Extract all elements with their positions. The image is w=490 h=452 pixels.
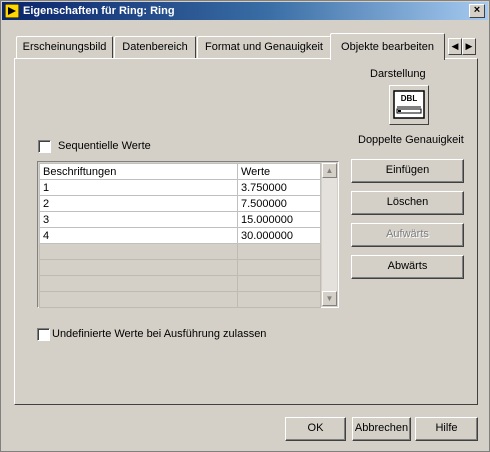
empty-cell[interactable] <box>39 291 238 308</box>
table-row[interactable]: 1 3.750000 <box>39 179 321 196</box>
delete-button[interactable]: Löschen <box>351 191 464 215</box>
empty-table-row[interactable] <box>39 275 321 292</box>
empty-cell[interactable] <box>39 243 238 260</box>
arrow-up-icon: ▲ <box>325 166 334 175</box>
label-cell[interactable]: 2 <box>39 195 238 212</box>
dbl-representation-icon: DBL <box>393 90 425 119</box>
column-header-labels: Beschriftungen <box>39 163 238 180</box>
table-row[interactable]: 3 15.000000 <box>39 211 321 228</box>
dbl-icon-text: DBL <box>401 94 418 103</box>
label-cell[interactable]: 4 <box>39 227 238 244</box>
representation-heading: Darstellung <box>370 68 426 80</box>
sequential-values-label: Sequentielle Werte <box>58 140 151 152</box>
empty-cell[interactable] <box>237 275 321 292</box>
value-cell[interactable]: 15.000000 <box>237 211 321 228</box>
label-cell[interactable]: 1 <box>39 179 238 196</box>
ok-button[interactable]: OK <box>285 417 346 441</box>
insert-button[interactable]: Einfügen <box>351 159 464 183</box>
empty-cell[interactable] <box>39 275 238 292</box>
move-down-button[interactable]: Abwärts <box>351 255 464 279</box>
empty-cell[interactable] <box>237 291 321 308</box>
move-up-button[interactable]: Aufwärts <box>351 223 464 247</box>
column-header-values: Werte <box>237 163 321 180</box>
empty-cell[interactable] <box>237 259 321 276</box>
table-header-row: Beschriftungen Werte <box>39 163 321 180</box>
empty-table-row[interactable] <box>39 291 321 308</box>
value-cell[interactable]: 3.750000 <box>237 179 321 196</box>
empty-table-row[interactable] <box>39 243 321 260</box>
scroll-up-button[interactable]: ▲ <box>322 163 337 178</box>
label-cell[interactable]: 3 <box>39 211 238 228</box>
table-vertical-scrollbar[interactable]: ▲ ▼ <box>322 163 337 306</box>
undefined-values-checkbox[interactable] <box>37 328 50 341</box>
panel-content: Darstellung DBL Doppelte Genauigkeit Seq… <box>1 1 490 452</box>
table-row[interactable]: 4 30.000000 <box>39 227 321 244</box>
scroll-down-button[interactable]: ▼ <box>322 291 337 306</box>
value-cell[interactable]: 30.000000 <box>237 227 321 244</box>
empty-cell[interactable] <box>237 243 321 260</box>
items-grid: Beschriftungen Werte 1 3.750000 2 7.5000… <box>39 163 321 308</box>
table-row[interactable]: 2 7.500000 <box>39 195 321 212</box>
properties-dialog: Eigenschaften für Ring: Ring × Erscheinu… <box>0 0 490 452</box>
items-table: Beschriftungen Werte 1 3.750000 2 7.5000… <box>37 161 339 308</box>
value-cell[interactable]: 7.500000 <box>237 195 321 212</box>
empty-table-row[interactable] <box>39 259 321 276</box>
help-button[interactable]: Hilfe <box>415 417 478 441</box>
undefined-values-label: Undefinierte Werte bei Ausführung zulass… <box>52 328 267 340</box>
empty-cell[interactable] <box>39 259 238 276</box>
cancel-button[interactable]: Abbrechen <box>352 417 411 441</box>
sequential-values-checkbox[interactable] <box>38 140 51 153</box>
representation-type-label: Doppelte Genauigkeit <box>358 134 464 146</box>
arrow-down-icon: ▼ <box>325 294 334 303</box>
representation-button[interactable]: DBL <box>389 85 429 125</box>
